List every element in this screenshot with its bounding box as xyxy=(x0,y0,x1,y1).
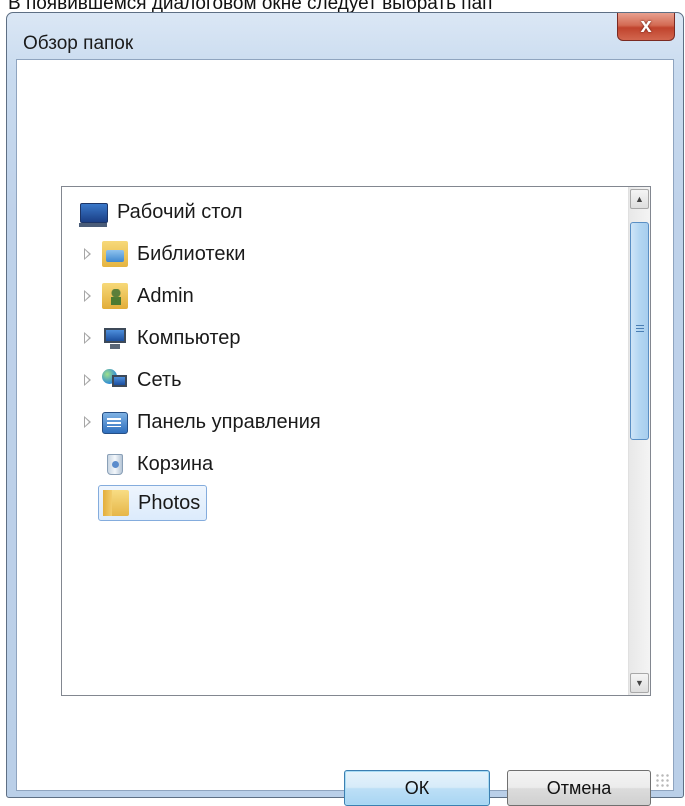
chevron-down-icon: ▼ xyxy=(635,678,644,688)
tree-item-label: Photos xyxy=(138,491,201,514)
computer-icon xyxy=(102,325,128,351)
dialog-client-area: Рабочий стол Библиотеки Admin Компьютер xyxy=(16,59,674,806)
folder-tree[interactable]: Рабочий стол Библиотеки Admin Компьютер xyxy=(61,186,651,696)
tree-item-label: Библиотеки xyxy=(137,242,246,265)
control-panel-icon xyxy=(102,412,128,434)
cancel-button[interactable]: Отмена xyxy=(507,770,651,806)
tree-item-photos[interactable]: Photos xyxy=(98,485,208,521)
ok-button[interactable]: ОК xyxy=(344,770,490,806)
scroll-thumb[interactable] xyxy=(630,222,649,440)
tree-item-label: Компьютер xyxy=(137,326,241,349)
vertical-scrollbar[interactable]: ▲ ▼ xyxy=(628,187,650,695)
tree-item-network[interactable]: Сеть xyxy=(84,363,182,397)
expand-arrow-icon[interactable] xyxy=(84,332,91,344)
expand-arrow-icon[interactable] xyxy=(84,416,91,428)
tree-item-label: Рабочий стол xyxy=(117,200,243,223)
close-button[interactable]: x xyxy=(617,13,675,41)
network-icon xyxy=(102,367,128,393)
resize-grip-icon[interactable] xyxy=(655,773,669,787)
scroll-down-button[interactable]: ▼ xyxy=(630,673,649,693)
browse-folders-dialog: Обзор папок x Рабочий стол Библиотеки Ad… xyxy=(6,12,684,806)
tree-item-label: Корзина xyxy=(137,452,214,475)
tree-item-control-panel[interactable]: Панель управления xyxy=(84,405,321,439)
folder-icon xyxy=(103,490,129,516)
grip-icon xyxy=(636,325,644,334)
tree-item-libraries[interactable]: Библиотеки xyxy=(84,237,246,271)
tree-item-label: Сеть xyxy=(137,368,182,391)
desktop-icon xyxy=(79,203,108,227)
close-icon: x xyxy=(640,15,652,37)
recycle-bin-icon xyxy=(102,451,128,477)
tree-item-computer[interactable]: Компьютер xyxy=(84,321,241,355)
expand-arrow-icon[interactable] xyxy=(84,290,91,302)
expand-arrow-icon[interactable] xyxy=(84,248,91,260)
dialog-title: Обзор папок xyxy=(23,33,134,54)
tree-item-desktop[interactable]: Рабочий стол xyxy=(79,195,243,229)
scroll-up-button[interactable]: ▲ xyxy=(630,189,649,209)
tree-item-admin[interactable]: Admin xyxy=(84,279,194,313)
chevron-up-icon: ▲ xyxy=(635,194,644,204)
libraries-icon xyxy=(102,241,128,267)
tree-item-label: Панель управления xyxy=(137,410,321,433)
user-folder-icon xyxy=(102,283,128,309)
tree-item-label: Admin xyxy=(137,284,194,307)
expand-arrow-icon[interactable] xyxy=(84,374,91,386)
tree-item-recycle-bin[interactable]: Корзина xyxy=(102,447,213,481)
